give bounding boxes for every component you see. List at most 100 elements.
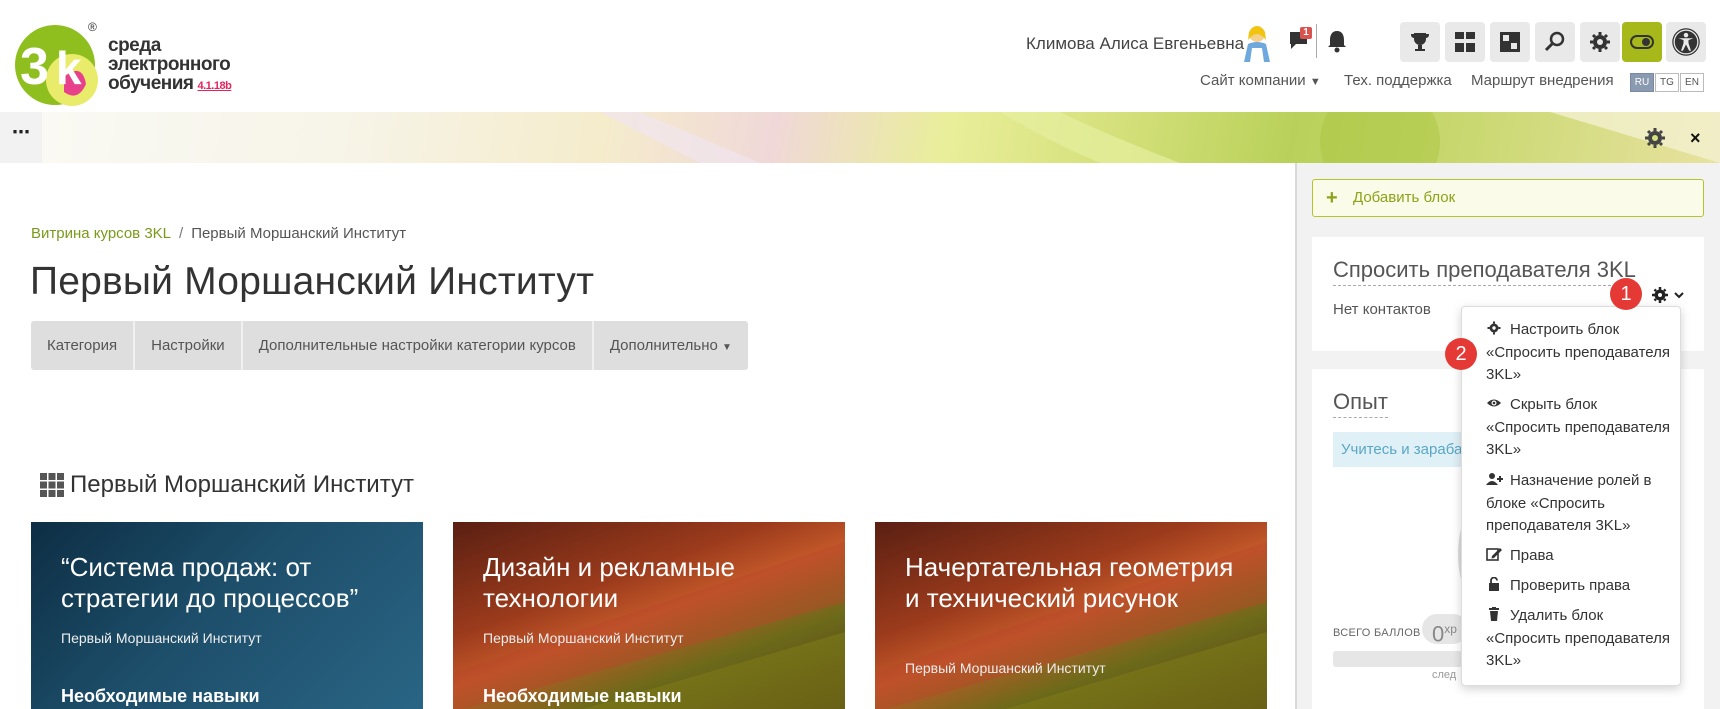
tab-category[interactable]: Категория [31,321,136,370]
menu-item-label: Скрыть блок «Спросить преподавателя 3KL» [1486,396,1670,458]
xp-progress-bar [1333,651,1463,667]
courses-button[interactable] [1490,22,1530,62]
block-actions-gear-icon[interactable] [1650,285,1686,305]
support-link[interactable]: Тех. поддержка [1344,72,1452,89]
logo[interactable]: 3 k ® среда электронного обучения 4.1.18b [12,18,242,108]
dashboard-button[interactable] [1445,22,1485,62]
svg-text:k: k [56,42,82,94]
close-icon[interactable]: × [1690,128,1701,149]
trophy-button[interactable] [1400,22,1440,62]
category-tabs: Категория Настройки Дополнительные настр… [31,321,748,370]
logo-version[interactable]: 4.1.18b [198,80,232,92]
step-marker-1: 1 [1610,278,1642,310]
banner [0,112,1720,163]
drawer-toggle-button[interactable]: ⋯ [0,112,42,163]
breadcrumb-separator: / [179,225,184,242]
settings-button[interactable] [1580,22,1620,62]
logo-line-2: электронного [108,54,231,75]
route-link[interactable]: Маршрут внедрения [1471,72,1614,89]
logo-line-3: обучения [108,73,194,94]
company-site-label: Сайт компании [1200,72,1306,89]
accessibility-button[interactable] [1666,22,1706,62]
unlock-icon [1489,577,1499,591]
puzzle-icon [1500,32,1520,52]
logo-text: среда электронного обучения 4.1.18b [108,35,232,96]
menu-item-label: Удалить блок «Спросить преподавателя 3KL… [1486,607,1670,669]
breadcrumb-link-showcase[interactable]: Витрина курсов 3KL [31,225,171,242]
header: 3 k ® среда электронного обучения 4.1.18b… [0,0,1720,112]
add-block-button[interactable]: + Добавить блок [1312,179,1704,217]
course-title[interactable]: Начертательная геометрия и технический р… [905,552,1247,614]
search-button[interactable] [1535,22,1575,62]
grid-icon [40,473,64,497]
xp-next-label: след [1432,669,1457,681]
dashboard-icon [1455,32,1475,52]
menu-item-permissions[interactable]: Права [1486,545,1672,568]
xp-info-text: Учитесь и зараба [1333,432,1463,467]
course-title[interactable]: “Система продаж: от стратегии до процесс… [61,552,403,614]
course-card[interactable]: “Система продаж: от стратегии до процесс… [31,522,423,709]
eye-icon [1487,399,1501,407]
no-contacts-text: Нет контактов [1333,301,1431,318]
course-skills-heading: Необходимые навыки [61,686,260,706]
section-title: Первый Моршанский Институт [70,471,414,498]
menu-item-label: Проверить права [1510,577,1631,594]
xp-total-label: ВСЕГО БАЛЛОВ [1333,627,1421,639]
user-name[interactable]: Климова Алиса Евгеньевна [1026,34,1244,54]
gear-icon [1487,321,1501,335]
user-plus-icon [1486,473,1503,485]
chevron-down-icon: ▼ [1309,76,1321,88]
add-block-label: Добавить блок [1353,189,1456,206]
course-title[interactable]: Дизайн и рекламные технологии [483,552,825,614]
lang-tg[interactable]: TG [1655,73,1679,92]
course-card[interactable]: Дизайн и рекламные технологии Первый Мор… [453,522,845,709]
logo-line-1: среда [108,35,161,56]
chevron-down-icon: ▼ [722,342,732,353]
messages-badge: 1 [1300,27,1312,39]
card-texture [453,542,845,709]
logo-registered-mark: ® [88,20,97,34]
toggle-icon [1630,35,1654,49]
tab-extra-category-settings[interactable]: Дополнительные настройки категории курсо… [243,321,594,370]
course-skills-heading: Необходимые навыки [483,686,682,706]
search-icon [1544,31,1565,52]
lang-en[interactable]: EN [1680,73,1704,92]
course-category: Первый Моршанский Институт [483,630,684,646]
xp-block-title: Опыт [1333,389,1388,418]
menu-item-assign-roles[interactable]: Назначение ролей в блоке «Спросить препо… [1486,470,1672,538]
header-divider [1316,24,1317,58]
breadcrumb-current: Первый Моршанский Институт [191,225,407,242]
tab-more-label: Дополнительно [609,337,718,354]
trash-icon [1489,607,1499,621]
menu-item-check-permissions[interactable]: Проверить права [1486,575,1672,598]
menu-item-label: Права [1510,547,1554,564]
trophy-icon [1411,33,1429,51]
breadcrumb: Витрина курсов 3KL / Первый Моршанский Инс… [31,225,406,242]
course-card[interactable]: Начертательная геометрия и технический р… [875,522,1267,709]
menu-item-delete-block[interactable]: Удалить блок «Спросить преподавателя 3KL… [1486,605,1672,673]
gear-icon [1590,32,1610,52]
step-marker-2: 2 [1445,338,1477,370]
svg-text:3: 3 [20,38,49,96]
theme-toggle-button[interactable] [1622,22,1662,62]
block-actions-menu: Настроить блок «Спросить преподавателя 3… [1461,306,1681,686]
page-title: Первый Моршанский Институт [30,260,595,303]
menu-item-configure-block[interactable]: Настроить блок «Спросить преподавателя 3… [1486,319,1672,387]
xp-unit: xp [1444,622,1457,636]
course-category: Первый Моршанский Институт [61,630,262,646]
tab-more[interactable]: Дополнительно ▼ [594,321,748,370]
course-category: Первый Моршанский Институт [905,660,1106,676]
page-settings-gear-icon[interactable] [1643,126,1667,150]
edit-icon [1486,548,1502,561]
menu-item-label: Настроить блок «Спросить преподавателя 3… [1486,321,1670,383]
user-avatar-icon[interactable] [1240,22,1274,62]
company-site-menu[interactable]: Сайт компании ▼ [1200,72,1321,89]
menu-item-hide-block[interactable]: Скрыть блок «Спросить преподавателя 3KL» [1486,394,1672,462]
banner-decoration [600,112,1720,163]
accessibility-icon [1672,28,1700,56]
bell-icon[interactable] [1324,28,1350,54]
tab-settings[interactable]: Настройки [135,321,243,370]
xp-value: 0 [1432,621,1445,647]
lang-ru[interactable]: RU [1630,73,1654,92]
ask-teacher-block-title: Спросить преподавателя 3KL [1333,257,1636,286]
